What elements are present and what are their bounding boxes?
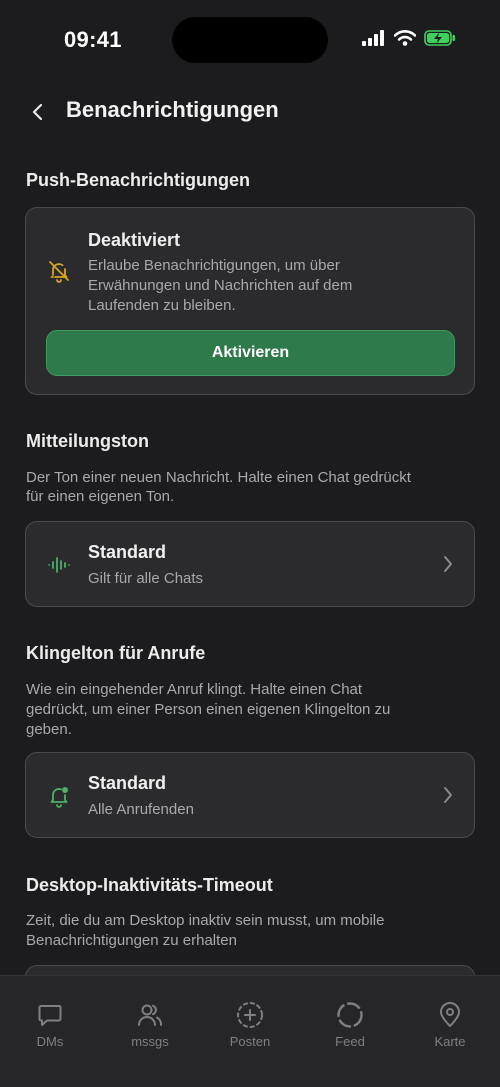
tab-dms[interactable]: DMs (10, 1000, 90, 1049)
tab-mssgs[interactable]: mssgs (110, 1000, 190, 1049)
chat-bubble-icon (35, 1000, 65, 1030)
chevron-left-icon (32, 103, 43, 121)
message-tone-desc-line1: Der Ton einer neuen Nachricht. Halte ein… (26, 469, 411, 486)
push-status-title: Deaktiviert (88, 230, 181, 250)
plus-circle-icon (235, 1000, 265, 1030)
tab-posten[interactable]: Posten (210, 1000, 290, 1049)
tab-karte[interactable]: Karte (410, 1000, 490, 1049)
chevron-right-icon (440, 785, 456, 805)
ringtone-desc-line2: gedrückt, um einer Person einen eigenen … (26, 701, 391, 718)
ringtone-section-title: Klingelton für Anrufe (26, 643, 206, 663)
push-status-desc-line1: Erlaube Benachrichtigungen, um über (88, 257, 340, 274)
people-icon (135, 1000, 165, 1030)
bell-off-icon (46, 258, 72, 284)
bell-ring-icon (46, 783, 72, 809)
desktop-timeout-desc-line2: Benachrichtigungen zu erhalten (26, 932, 237, 949)
tab-bar: DMs mssgs Posten Feed Karte (0, 975, 500, 1087)
push-section-title: Push-Benachrichtigungen (26, 170, 251, 190)
ringtone-desc-line3: geben. (26, 721, 72, 738)
message-tone-desc-line2: für einen eigenen Ton. (26, 488, 175, 505)
tab-posten-label: Posten (229, 1034, 271, 1049)
push-status-desc-line3: Laufenden zu bleiben. (88, 297, 236, 314)
signal-icon (362, 30, 386, 51)
message-tone-section-title: Mitteilungston (26, 431, 149, 451)
message-tone-selector[interactable]: Standard Gilt für alle Chats (25, 521, 475, 607)
push-status-desc-line2: Erwähnungen und Nachrichten auf dem (88, 277, 353, 294)
desktop-timeout-section-title: Desktop-Inaktivitäts-Timeout (26, 875, 273, 895)
tab-feed-label: Feed (335, 1034, 365, 1049)
status-icons (362, 30, 456, 51)
sound-wave-icon (46, 552, 72, 578)
dynamic-island (172, 17, 328, 63)
ringtone-desc-line1: Wie ein eingehender Anruf klingt. Halte … (26, 681, 363, 698)
chevron-right-icon (440, 554, 456, 574)
tab-mssgs-label: mssgs (131, 1034, 169, 1049)
status-bar: 09:41 (0, 0, 500, 82)
tab-feed[interactable]: Feed (310, 1000, 390, 1049)
circle-icon (335, 1000, 365, 1030)
push-status-card: Deaktiviert Erlaube Benachrichtigungen, … (25, 207, 475, 395)
back-button[interactable] (24, 98, 52, 126)
ringtone-value: Standard (88, 773, 167, 793)
message-tone-value: Standard (88, 542, 167, 562)
tab-karte-label: Karte (434, 1034, 466, 1049)
ringtone-selector[interactable]: Standard Alle Anrufenden (25, 752, 475, 838)
status-time: 09:41 (64, 27, 122, 52)
tab-dms-label: DMs (36, 1034, 64, 1049)
desktop-timeout-desc-line1: Zeit, die du am Desktop inaktiv sein mus… (26, 912, 385, 929)
ringtone-scope: Alle Anrufenden (88, 801, 194, 818)
map-pin-icon (435, 1000, 465, 1030)
battery-charging-icon (424, 30, 456, 51)
wifi-icon (393, 30, 417, 51)
page-title: Benachrichtigungen (66, 97, 279, 122)
message-tone-scope: Gilt für alle Chats (88, 570, 204, 587)
activate-button[interactable]: Aktivieren (46, 330, 455, 376)
header: Benachrichtigungen (0, 90, 500, 134)
